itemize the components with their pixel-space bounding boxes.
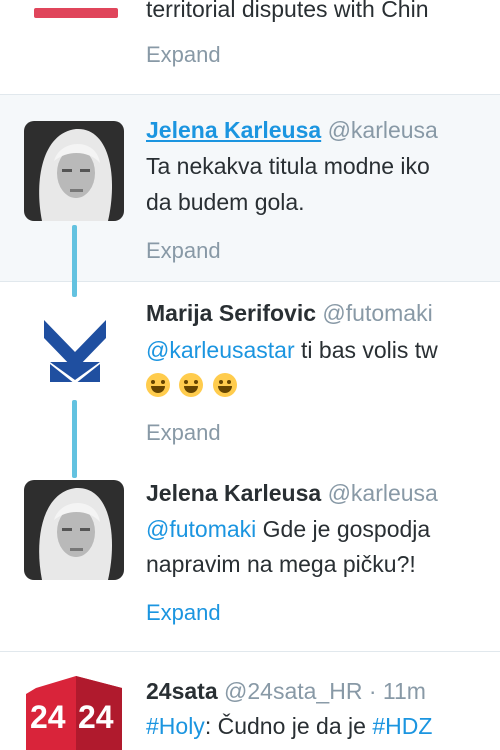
hashtag-link[interactable]: #HDZ — [372, 713, 432, 739]
tweet-text-line-2: da budem gola. — [146, 189, 305, 215]
tweet-item[interactable]: 24 24 24sata @24sata_HR · 11m #Holy: Čud… — [0, 652, 500, 750]
expand-link[interactable]: Expand — [146, 600, 221, 626]
tweet-header: Jelena Karleusa @karleusa — [146, 479, 438, 507]
tweet-text: territorial disputes with Chin — [146, 0, 429, 22]
author-handle[interactable]: @24sata_HR — [224, 678, 362, 704]
hashtag-link[interactable]: #Holy — [146, 713, 205, 739]
timestamp[interactable]: 11m — [383, 678, 426, 704]
tweet-text-line-1: @karleusastar ti bas volis tw — [146, 333, 500, 367]
tweet-header: Jelena Karleusa @karleusa — [146, 116, 438, 144]
tweet-item[interactable]: Marija Serifovic @futomaki @karleusastar… — [0, 282, 500, 462]
tweet-text: Gde je gospodja — [256, 516, 431, 542]
author-handle[interactable]: @karleusa — [328, 480, 438, 506]
tweet-header: Marija Serifovic @futomaki — [146, 299, 433, 327]
avatar[interactable] — [30, 312, 120, 392]
emoji-row — [146, 368, 500, 402]
news-logo-fragment — [34, 8, 118, 18]
svg-text:24: 24 — [30, 699, 66, 735]
svg-text:24: 24 — [78, 699, 114, 735]
author-handle[interactable]: @futomaki — [322, 300, 432, 326]
tweet-item[interactable]: territorial disputes with Chin Expand — [0, 0, 500, 94]
author-name[interactable]: 24sata — [146, 678, 218, 704]
tweet-text-line-2: napravim na mega pičku?! — [146, 551, 416, 577]
mention-link[interactable]: @karleusastar — [146, 337, 295, 363]
author-name[interactable]: Jelena Karleusa — [146, 117, 321, 143]
tweet-text: : Čudno je da je — [204, 713, 373, 739]
tweet-text-line-1: Ta nekakva titula modne iko — [146, 153, 430, 179]
author-handle[interactable]: @karleusa — [328, 117, 438, 143]
grinning-face-emoji — [179, 373, 204, 397]
expand-link[interactable]: Expand — [146, 42, 221, 68]
separator-dot: · — [368, 678, 377, 704]
expand-link[interactable]: Expand — [146, 420, 221, 446]
tweet-text-line-1: @futomaki Gde je gospodja — [146, 512, 500, 546]
smiley-emoji — [212, 373, 237, 397]
avatar[interactable]: 24 24 — [26, 676, 122, 750]
tweet-text-line-1: #Holy: Čudno je da je #HDZ — [146, 709, 500, 743]
face-with-tears-of-joy-emoji — [146, 373, 170, 397]
avatar[interactable] — [24, 480, 124, 580]
author-name[interactable]: Jelena Karleusa — [146, 480, 321, 506]
author-name[interactable]: Marija Serifovic — [146, 300, 316, 326]
tweet-item[interactable]: Jelena Karleusa @karleusa @futomaki Gde … — [0, 462, 500, 650]
expand-link[interactable]: Expand — [146, 238, 221, 264]
mention-link[interactable]: @futomaki — [146, 516, 256, 542]
avatar[interactable] — [24, 121, 124, 221]
tweet-header: 24sata @24sata_HR · 11m — [146, 677, 426, 705]
tweet-text: ti bas volis tw — [294, 337, 438, 363]
